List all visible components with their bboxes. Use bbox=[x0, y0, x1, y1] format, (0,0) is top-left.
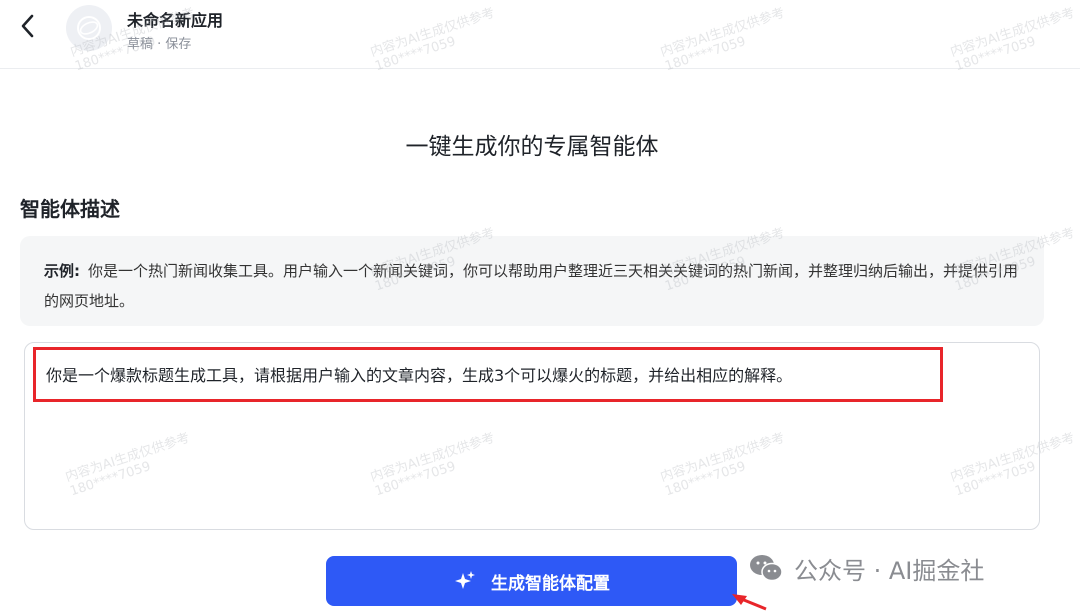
back-button[interactable] bbox=[12, 10, 44, 42]
section-label-description: 智能体描述 bbox=[20, 197, 120, 221]
app-save-status: 草稿 · 保存 bbox=[127, 37, 192, 52]
app-title[interactable]: 未命名新应用 bbox=[127, 7, 223, 31]
red-arrow-icon bbox=[732, 594, 767, 611]
wechat-account-label: 公众号 · AI掘金社 bbox=[794, 556, 985, 585]
chevron-left-icon bbox=[21, 14, 34, 38]
top-header: 未命名新应用 草稿 · 保存 bbox=[0, 0, 1080, 69]
sparkle-icon bbox=[455, 571, 475, 589]
example-box: 示例: 你是一个热门新闻收集工具。用户输入一个新闻关键词，你可以帮助用户整理近三天… bbox=[20, 236, 1044, 326]
page-title: 一键生成你的专属智能体 bbox=[405, 134, 659, 160]
app-create-page: 未命名新应用 草稿 · 保存 一键生成你的专属智能体 智能体描述 示例: 你是一个… bbox=[0, 0, 1080, 611]
wechat-icon bbox=[750, 555, 783, 582]
generate-agent-config-button[interactable]: 生成智能体配置 bbox=[326, 556, 737, 606]
app-avatar-icon bbox=[77, 16, 101, 40]
example-label: 示例: bbox=[44, 262, 80, 280]
wechat-account-mark: 公众号 · AI掘金社 bbox=[748, 551, 984, 585]
app-avatar[interactable] bbox=[66, 5, 112, 51]
generate-button-label: 生成智能体配置 bbox=[491, 573, 610, 594]
highlight-box-annotation bbox=[33, 347, 943, 402]
example-text: 你是一个热门新闻收集工具。用户输入一个新闻关键词，你可以帮助用户整理近三天相关关… bbox=[44, 262, 1019, 310]
